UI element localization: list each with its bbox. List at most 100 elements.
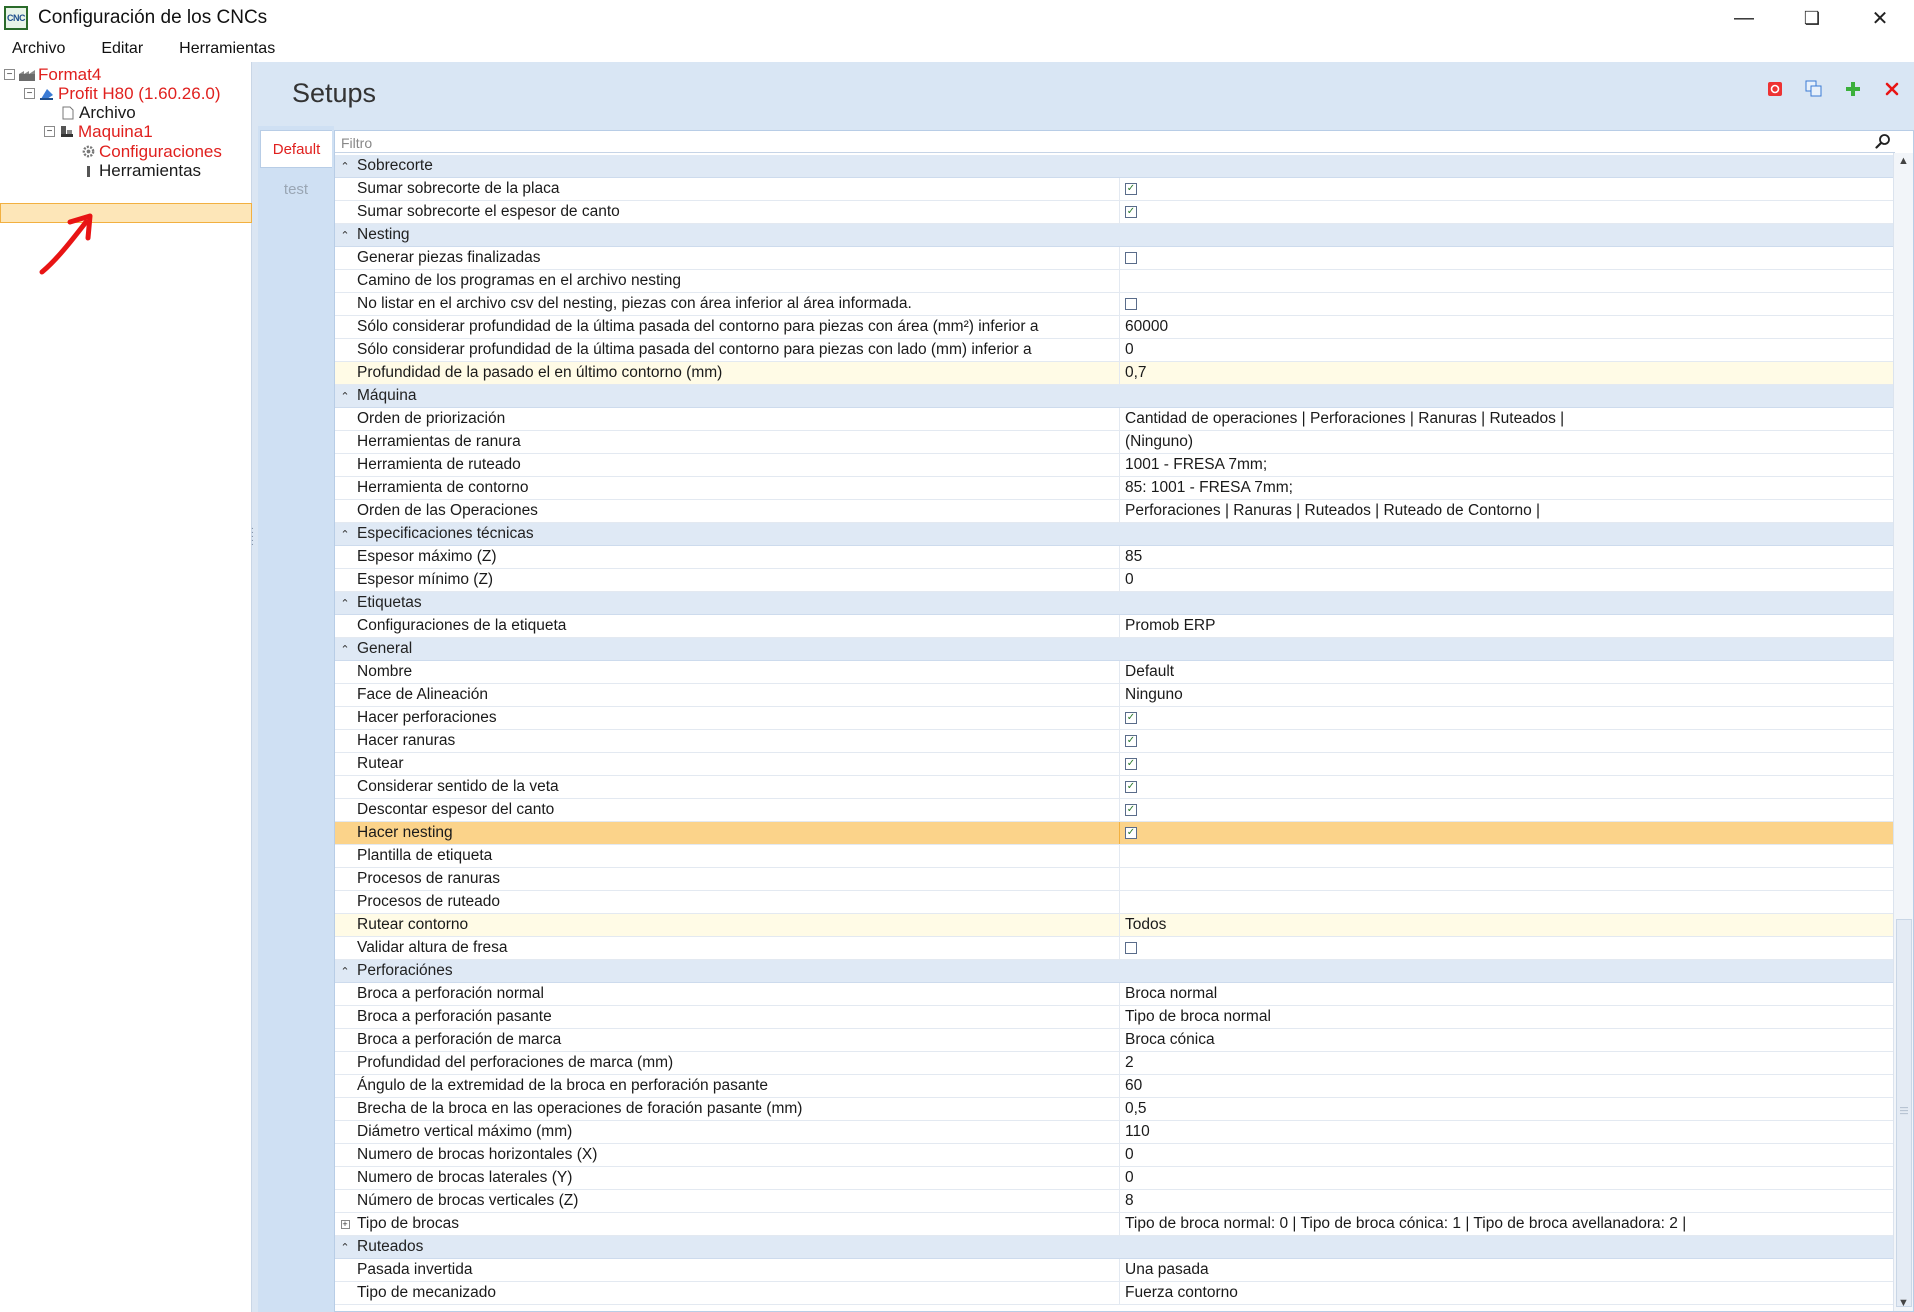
property-value[interactable] (1120, 891, 1895, 913)
checkbox-checked[interactable]: ✓ (1125, 183, 1137, 195)
property-value[interactable]: Broca normal (1120, 983, 1895, 1005)
checkbox-checked[interactable]: ✓ (1125, 206, 1137, 218)
filter-input[interactable]: Filtro (341, 135, 372, 151)
copy-button[interactable] (1805, 80, 1822, 97)
property-row[interactable]: Camino de los programas en el archivo ne… (335, 270, 1895, 293)
property-value[interactable]: 85: 1001 - FRESA 7mm; (1120, 477, 1895, 499)
property-value[interactable]: 0,7 (1120, 362, 1895, 384)
property-value[interactable]: 0,5 (1120, 1098, 1895, 1120)
collapse-category-icon[interactable]: ⌃ (335, 592, 355, 614)
property-row[interactable]: Procesos de ruteado (335, 891, 1895, 914)
collapse-icon[interactable]: − (24, 88, 35, 99)
property-value[interactable]: 110 (1120, 1121, 1895, 1143)
property-value[interactable]: Una pasada (1120, 1259, 1895, 1281)
property-row[interactable]: Generar piezas finalizadas (335, 247, 1895, 270)
property-row[interactable]: Ángulo de la extremidad de la broca en p… (335, 1075, 1895, 1098)
property-value[interactable]: Tipo de broca normal: 0 | Tipo de broca … (1120, 1213, 1895, 1235)
category-row[interactable]: ⌃ Nesting (335, 224, 1895, 247)
property-value[interactable]: Promob ERP (1120, 615, 1895, 637)
search-icon[interactable] (1875, 133, 1891, 153)
minimize-button[interactable]: — (1710, 0, 1778, 36)
property-value[interactable]: 1001 - FRESA 7mm; (1120, 454, 1895, 476)
property-value[interactable]: 0 (1120, 1144, 1895, 1166)
property-value[interactable]: 0 (1120, 339, 1895, 361)
tab-default[interactable]: Default (260, 130, 332, 168)
property-value[interactable]: 2 (1120, 1052, 1895, 1074)
tree-node-herramientas[interactable]: Herramientas (80, 161, 201, 180)
category-row[interactable]: ⌃ Perforaciónes (335, 960, 1895, 983)
reset-button[interactable] (1766, 80, 1783, 97)
property-value[interactable]: Fuerza contorno (1120, 1282, 1895, 1304)
checkbox-unchecked[interactable] (1125, 252, 1137, 264)
property-row[interactable]: Sumar sobrecorte de la placa ✓ (335, 178, 1895, 201)
property-row[interactable]: Brecha de la broca en las operaciones de… (335, 1098, 1895, 1121)
property-row[interactable]: Herramienta de contorno 85: 1001 - FRESA … (335, 477, 1895, 500)
checkbox-checked[interactable]: ✓ (1125, 827, 1137, 839)
property-row[interactable]: Pasada invertida Una pasada (335, 1259, 1895, 1282)
property-row[interactable]: Face de Alineación Ninguno (335, 684, 1895, 707)
property-row[interactable]: Plantilla de etiqueta (335, 845, 1895, 868)
property-row[interactable]: Rutear contorno Todos (335, 914, 1895, 937)
property-row[interactable]: Diámetro vertical máximo (mm) 110 (335, 1121, 1895, 1144)
add-button[interactable] (1844, 80, 1861, 97)
property-value[interactable] (1120, 845, 1895, 867)
property-value-cell[interactable] (1120, 937, 1895, 959)
property-row[interactable]: Herramienta de ruteado 1001 - FRESA 7mm; (335, 454, 1895, 477)
property-row[interactable]: Procesos de ranuras (335, 868, 1895, 891)
category-row[interactable]: ⌃ Sobrecorte (335, 155, 1895, 178)
property-value-cell[interactable]: ✓ (1120, 201, 1895, 223)
checkbox-unchecked[interactable] (1125, 298, 1137, 310)
property-row[interactable]: Orden de las Operaciones Perforaciones | … (335, 500, 1895, 523)
property-row[interactable]: Configuraciones de la etiqueta Promob ERP (335, 615, 1895, 638)
property-row[interactable]: Profundidad de la pasado el en último co… (335, 362, 1895, 385)
property-value[interactable]: Default (1120, 661, 1895, 683)
property-row[interactable]: Orden de priorización Cantidad de operaci… (335, 408, 1895, 431)
property-value[interactable]: Cantidad de operaciones | Perforaciones … (1120, 408, 1895, 430)
checkbox-checked[interactable]: ✓ (1125, 781, 1137, 793)
property-value[interactable]: Todos (1120, 914, 1895, 936)
expand-icon[interactable]: + (335, 1213, 355, 1235)
property-value-cell[interactable]: ✓ (1120, 178, 1895, 200)
menu-editar[interactable]: Editar (77, 40, 155, 58)
property-value[interactable] (1120, 270, 1895, 292)
property-row[interactable]: Sólo considerar profundidad de la última… (335, 339, 1895, 362)
checkbox-checked[interactable]: ✓ (1125, 758, 1137, 770)
property-value[interactable]: Ninguno (1120, 684, 1895, 706)
property-value[interactable]: 85 (1120, 546, 1895, 568)
property-value[interactable]: 60 (1120, 1075, 1895, 1097)
collapse-category-icon[interactable]: ⌃ (335, 638, 355, 660)
collapse-category-icon[interactable]: ⌃ (335, 155, 355, 177)
vertical-scrollbar[interactable]: ▲ — — — ▼ (1893, 153, 1913, 1311)
property-row[interactable]: Hacer perforaciones ✓ (335, 707, 1895, 730)
property-row[interactable]: + Tipo de brocas Tipo de broca normal: 0 |… (335, 1213, 1895, 1236)
property-row[interactable]: Considerar sentido de la veta ✓ (335, 776, 1895, 799)
property-value[interactable]: (Ninguno) (1120, 431, 1895, 453)
tab-test[interactable]: test (260, 170, 332, 208)
tree-node-profit[interactable]: − Profit H80 (1.60.26.0) (24, 84, 221, 103)
property-value-cell[interactable]: ✓ (1120, 730, 1895, 752)
collapse-icon[interactable]: − (4, 69, 15, 80)
property-value[interactable]: Tipo de broca normal (1120, 1006, 1895, 1028)
category-row[interactable]: ⌃ Máquina (335, 385, 1895, 408)
property-value-cell[interactable] (1120, 247, 1895, 269)
tree-node-format[interactable]: − Format4 (4, 65, 101, 84)
property-row[interactable]: Profundidad del perforaciones de marca (… (335, 1052, 1895, 1075)
property-row[interactable]: Validar altura de fresa (335, 937, 1895, 960)
checkbox-unchecked[interactable] (1125, 942, 1137, 954)
property-row[interactable]: Broca a perforación pasante Tipo de broca… (335, 1006, 1895, 1029)
property-row[interactable]: Broca a perforación normal Broca normal (335, 983, 1895, 1006)
collapse-icon[interactable]: − (44, 126, 55, 137)
property-value[interactable]: 0 (1120, 1167, 1895, 1189)
property-value[interactable]: Broca cónica (1120, 1029, 1895, 1051)
property-row[interactable]: Hacer nesting ✓ (335, 822, 1895, 845)
property-row[interactable]: Nombre Default (335, 661, 1895, 684)
property-value[interactable]: Perforaciones | Ranuras | Ruteados | Rut… (1120, 500, 1895, 522)
scroll-thumb[interactable]: — — — (1896, 919, 1912, 1307)
property-value-cell[interactable] (1120, 293, 1895, 315)
scroll-up-icon[interactable]: ▲ (1898, 155, 1909, 167)
property-row[interactable]: Broca a perforación de marca Broca cónica (335, 1029, 1895, 1052)
menu-archivo[interactable]: Archivo (0, 40, 77, 58)
tree-node-maquina[interactable]: − Maquina1 (44, 122, 153, 141)
property-row[interactable]: No listar en el archivo csv del nesting,… (335, 293, 1895, 316)
property-row[interactable]: Espesor mínimo (Z) 0 (335, 569, 1895, 592)
